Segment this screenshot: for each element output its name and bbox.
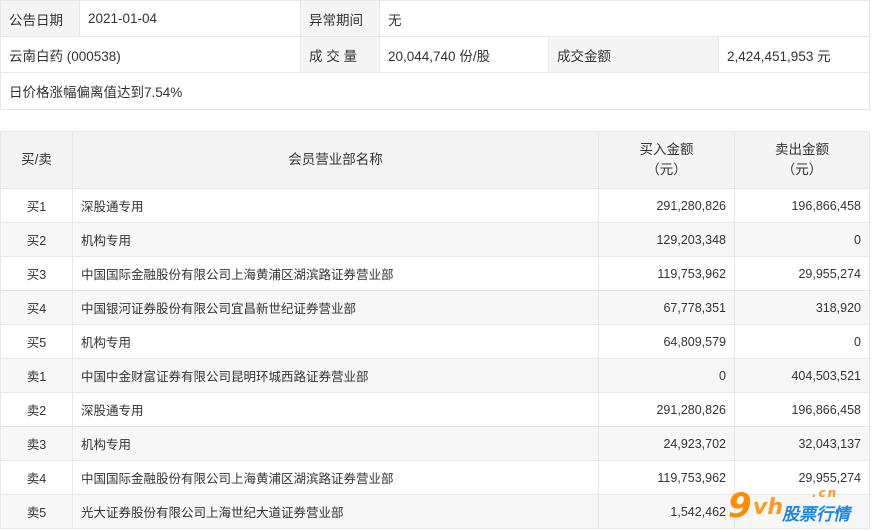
sell-amount-cell: 0 [734, 222, 870, 257]
branch-cell: 中国国际金融股份有限公司上海黄浦区湖滨路证券营业部 [72, 460, 599, 495]
buy-amount-cell: 64,809,579 [598, 324, 735, 359]
turnover-value: 2,424,451,953 元 [717, 36, 871, 73]
buy-amount-cell: 291,280,826 [598, 392, 735, 427]
side-cell: 卖3 [0, 426, 73, 461]
announce-date-value: 2021-01-04 [79, 0, 301, 37]
info-row: 公告日期 2021-01-04 异常期间 无 [0, 0, 871, 37]
watermark-vh: vh [753, 495, 784, 520]
buy-amount-cell: 24,923,702 [598, 426, 735, 461]
buy-amount-header-label: 买入金额 [639, 142, 694, 157]
table-row: 买3 中国国际金融股份有限公司上海黄浦区湖滨路证券营业部 119,753,962… [0, 256, 870, 291]
buy-amount-cell: 119,753,962 [598, 460, 735, 495]
table-row: 卖1 中国中金财富证券有限公司昆明环城西路证券营业部 0 404,503,521 [0, 358, 870, 393]
buy-amount-cell: 291,280,826 [598, 188, 735, 223]
sell-amount-header: 卖出金额 （元） [734, 131, 870, 189]
buy-amount-header: 买入金额 （元） [598, 131, 735, 189]
info-row: 云南白药 (000538) 成 交 量 20,044,740 份/股 成交金额 … [0, 36, 871, 73]
branch-cell: 机构专用 [72, 324, 599, 359]
abnormal-reason: 日价格涨幅偏离值达到7.54% [0, 72, 871, 110]
branch-cell: 深股通专用 [72, 188, 599, 223]
side-cell: 卖4 [0, 460, 73, 495]
branch-cell: 光大证券股份有限公司上海世纪大道证券营业部 [72, 494, 599, 529]
branch-cell: 中国中金财富证券有限公司昆明环城西路证券营业部 [72, 358, 599, 393]
sell-amount-header-label: 卖出金额 [775, 142, 829, 157]
side-cell: 买2 [0, 222, 73, 257]
side-header: 买/卖 [0, 131, 73, 189]
volume-label: 成 交 量 [300, 36, 380, 73]
sell-amount-cell: 0 [734, 324, 870, 359]
sell-amount-header-unit: （元） [781, 162, 823, 177]
sell-amount-cell: 196,866,458 [734, 188, 870, 223]
side-cell: 买4 [0, 290, 73, 325]
table-row: 卖3 机构专用 24,923,702 32,043,137 [0, 426, 870, 461]
buy-amount-cell: 119,753,962 [598, 256, 735, 291]
watermark-brand: 股票行情 [782, 505, 850, 525]
side-cell: 卖1 [0, 358, 73, 393]
buy-amount-header-unit: （元） [646, 162, 687, 177]
branch-cell: 中国国际金融股份有限公司上海黄浦区湖滨路证券营业部 [72, 256, 599, 291]
sell-amount-cell: 32,043,137 [734, 426, 870, 461]
side-cell: 买5 [0, 324, 73, 359]
side-cell: 卖5 [0, 494, 73, 529]
site-watermark-logo: 9 vh .cn 股票行情 [728, 486, 872, 531]
side-cell: 卖2 [0, 392, 73, 427]
sell-amount-cell: 404,503,521 [734, 358, 870, 393]
turnover-label: 成交金额 [548, 36, 719, 73]
announce-date-label: 公告日期 [0, 0, 80, 37]
sell-amount-cell: 318,920 [734, 290, 870, 325]
side-cell: 买1 [0, 188, 73, 223]
watermark-nine: 9 [728, 486, 752, 526]
stock-info-table: 公告日期 2021-01-04 异常期间 无 云南白药 (000538) 成 交… [0, 0, 871, 110]
stock-name: 云南白药 (000538) [0, 36, 301, 73]
watermark-cn: .cn [812, 486, 839, 500]
table-row: 卖2 深股通专用 291,280,826 196,866,458 [0, 392, 870, 427]
sell-amount-cell: 196,866,458 [734, 392, 870, 427]
branch-cell: 深股通专用 [72, 392, 599, 427]
buy-amount-cell: 129,203,348 [598, 222, 735, 257]
abnormal-period-value: 无 [378, 0, 871, 37]
buy-amount-cell: 67,778,351 [598, 290, 735, 325]
table-row: 买5 机构专用 64,809,579 0 [0, 324, 870, 359]
table-row: 买1 深股通专用 291,280,826 196,866,458 [0, 188, 870, 223]
buy-amount-cell: 0 [598, 358, 735, 393]
volume-value: 20,044,740 份/股 [379, 36, 549, 73]
side-cell: 买3 [0, 256, 73, 291]
branch-cell: 机构专用 [72, 222, 599, 257]
branch-header: 会员营业部名称 [72, 131, 599, 189]
sell-amount-cell: 29,955,274 [734, 256, 870, 291]
table-row: 买4 中国银河证券股份有限公司宜昌新世纪证券营业部 67,778,351 318… [0, 290, 870, 325]
table-header-row: 买/卖 会员营业部名称 买入金额 （元） 卖出金额 （元） [0, 131, 870, 189]
branch-cell: 中国银河证券股份有限公司宜昌新世纪证券营业部 [72, 290, 599, 325]
branch-cell: 机构专用 [72, 426, 599, 461]
abnormal-period-label: 异常期间 [300, 0, 380, 37]
table-row: 买2 机构专用 129,203,348 0 [0, 222, 870, 257]
trading-branch-table: 买/卖 会员营业部名称 买入金额 （元） 卖出金额 （元） 买1 深股通专用 2… [0, 131, 870, 529]
info-row: 日价格涨幅偏离值达到7.54% [0, 72, 871, 110]
buy-amount-cell: 1,542,462 [598, 494, 735, 529]
